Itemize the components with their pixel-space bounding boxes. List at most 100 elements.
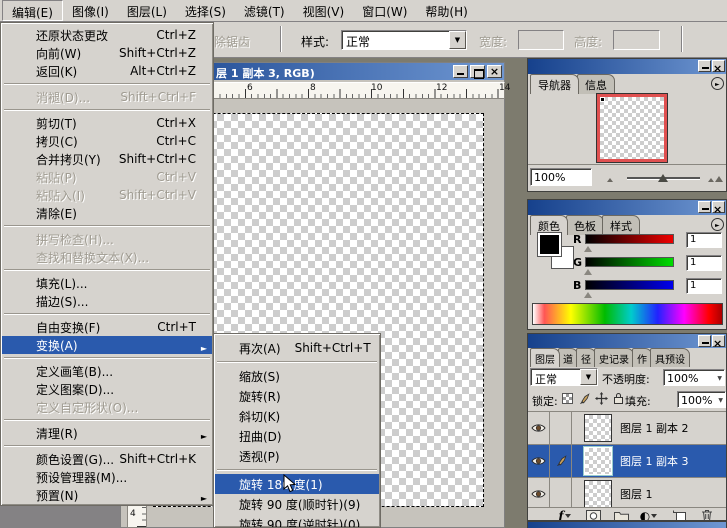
- panel-tab[interactable]: 具预设: [650, 348, 690, 367]
- layers-titlebar[interactable]: [528, 334, 726, 348]
- panel-tab[interactable]: 径: [576, 348, 596, 367]
- navigator-thumbnail[interactable]: [597, 94, 667, 162]
- menubar-item[interactable]: 图层(L): [118, 0, 176, 21]
- menu-item[interactable]: 返回(K) Alt+Ctrl+Z: [2, 62, 212, 80]
- minimize-button[interactable]: [698, 335, 711, 347]
- menu-item[interactable]: 变换(A): [2, 336, 212, 354]
- minimize-button[interactable]: [698, 201, 711, 213]
- menu-item[interactable]: 再次(A) Shift+Ctrl+T: [215, 338, 379, 358]
- zoom-slider[interactable]: [627, 171, 700, 185]
- blend-mode-dropdown[interactable]: 正常: [530, 368, 598, 386]
- menubar-item[interactable]: 编辑(E): [2, 0, 63, 21]
- menu-item[interactable]: 拷贝(C) Ctrl+C: [2, 132, 212, 150]
- menubar-item[interactable]: 帮助(H): [416, 0, 476, 21]
- delete-layer-button[interactable]: [698, 509, 716, 521]
- panel-tab[interactable]: 导航器: [530, 74, 579, 94]
- close-button[interactable]: [712, 201, 725, 213]
- menu-item[interactable]: 预设管理器(M)...: [2, 468, 212, 486]
- menubar-item[interactable]: 视图(V): [294, 0, 354, 21]
- zoom-in-button[interactable]: [704, 171, 727, 185]
- menu-item[interactable]: 定义图案(D)...: [2, 380, 212, 398]
- layer-style-button[interactable]: ƒ: [556, 509, 574, 521]
- menubar-item[interactable]: 滤镜(T): [235, 0, 294, 21]
- menu-item[interactable]: 旋转 90 度(顺时针)(9): [215, 494, 379, 514]
- minimize-button[interactable]: [453, 65, 468, 78]
- menu-item[interactable]: 透视(P): [215, 446, 379, 466]
- menu-item[interactable]: 预置(N): [2, 486, 212, 504]
- green-slider[interactable]: [585, 257, 674, 267]
- menu-item[interactable]: 旋转 90 度(逆时针)(0): [215, 514, 379, 528]
- paint-indicator-cell[interactable]: [550, 412, 572, 445]
- red-value-field[interactable]: 1: [686, 232, 722, 248]
- panel-menu-button[interactable]: [711, 218, 724, 231]
- add-layer-mask-button[interactable]: [584, 509, 602, 521]
- menu-item[interactable]: 定义自定形状(O)...: [2, 398, 212, 416]
- panel-tab[interactable]: 信息: [577, 74, 615, 94]
- menu-item[interactable]: 粘贴(P) Ctrl+V: [2, 168, 212, 186]
- lock-paint-button[interactable]: [576, 391, 592, 406]
- menu-item[interactable]: 清除(E): [2, 204, 212, 222]
- zoom-out-button[interactable]: [598, 171, 623, 185]
- lock-all-button[interactable]: [610, 391, 626, 406]
- menu-item[interactable]: 定义画笔(B)...: [2, 362, 212, 380]
- menu-item[interactable]: 向前(W) Shift+Ctrl+Z: [2, 44, 212, 62]
- menu-item[interactable]: 查找和替换文本(X)...: [2, 248, 212, 266]
- new-layer-button[interactable]: [670, 509, 688, 521]
- slider-thumb-icon[interactable]: [584, 292, 592, 298]
- menu-item[interactable]: 消褪(D)... Shift+Ctrl+F: [2, 88, 212, 106]
- menubar-item[interactable]: 选择(S): [176, 0, 235, 21]
- menu-item[interactable]: 还原状态更改 Ctrl+Z: [2, 26, 212, 44]
- panel-tab[interactable]: 作: [632, 348, 652, 367]
- panel-tab[interactable]: 颜色: [530, 215, 568, 235]
- slider-thumb-icon[interactable]: [584, 246, 592, 252]
- menu-item[interactable]: 剪切(T) Ctrl+X: [2, 114, 212, 132]
- panel-menu-button[interactable]: [711, 77, 724, 90]
- maximize-button[interactable]: [470, 65, 485, 78]
- zoom-level-field[interactable]: 100%: [530, 168, 592, 186]
- menu-item[interactable]: 描边(S)...: [2, 292, 212, 310]
- visibility-toggle[interactable]: [528, 478, 550, 511]
- red-slider[interactable]: [585, 234, 674, 244]
- visibility-toggle[interactable]: [528, 445, 550, 478]
- menu-item[interactable]: 扭曲(D): [215, 426, 379, 446]
- slider-thumb-icon[interactable]: [584, 269, 592, 275]
- menu-item[interactable]: 自由变换(F) Ctrl+T: [2, 318, 212, 336]
- new-group-button[interactable]: [612, 509, 630, 521]
- foreground-color-swatch[interactable]: [538, 233, 561, 256]
- adjustment-layer-button[interactable]: ◐: [640, 509, 658, 521]
- green-value-field[interactable]: 1: [686, 255, 722, 271]
- menubar-item[interactable]: 图像(I): [63, 0, 118, 21]
- menu-item[interactable]: 旋转 180 度(1): [215, 474, 379, 494]
- menu-item[interactable]: 清理(R): [2, 424, 212, 442]
- navigator-titlebar[interactable]: [528, 59, 726, 74]
- close-button[interactable]: [712, 60, 725, 72]
- slider-thumb-icon[interactable]: [658, 174, 668, 182]
- lock-transparency-button[interactable]: [559, 391, 575, 406]
- menu-item[interactable]: 斜切(K): [215, 406, 379, 426]
- lock-position-button[interactable]: [593, 391, 609, 406]
- height-field[interactable]: [613, 30, 660, 50]
- width-field[interactable]: [518, 30, 564, 50]
- close-button[interactable]: [712, 335, 725, 347]
- menu-item[interactable]: 填充(L)...: [2, 274, 212, 292]
- style-dropdown[interactable]: 正常: [341, 30, 467, 50]
- layer-row[interactable]: 图层 1 副本 2: [528, 412, 726, 445]
- fill-field[interactable]: 100%: [677, 391, 726, 408]
- blue-slider[interactable]: [585, 280, 674, 290]
- dropdown-arrow-icon[interactable]: [449, 31, 466, 49]
- menu-item[interactable]: 合并拷贝(Y) Shift+Ctrl+C: [2, 150, 212, 168]
- color-spectrum-bar[interactable]: [532, 303, 723, 325]
- dropdown-arrow-icon[interactable]: [580, 369, 597, 385]
- menu-item[interactable]: 拼写检查(H)...: [2, 230, 212, 248]
- paint-indicator-cell[interactable]: [550, 445, 572, 478]
- layer-thumbnail[interactable]: [584, 480, 612, 508]
- menu-item[interactable]: 旋转(R): [215, 386, 379, 406]
- minimize-button[interactable]: [698, 60, 711, 72]
- layer-row[interactable]: 图层 1 副本 3: [528, 445, 726, 478]
- docked-panel-titlebar[interactable]: [527, 521, 727, 528]
- visibility-toggle[interactable]: [528, 412, 550, 445]
- panel-tab[interactable]: 图层: [530, 348, 560, 367]
- blue-value-field[interactable]: 1: [686, 278, 722, 294]
- paint-indicator-cell[interactable]: [550, 478, 572, 511]
- panel-tab[interactable]: 史记录: [594, 348, 634, 367]
